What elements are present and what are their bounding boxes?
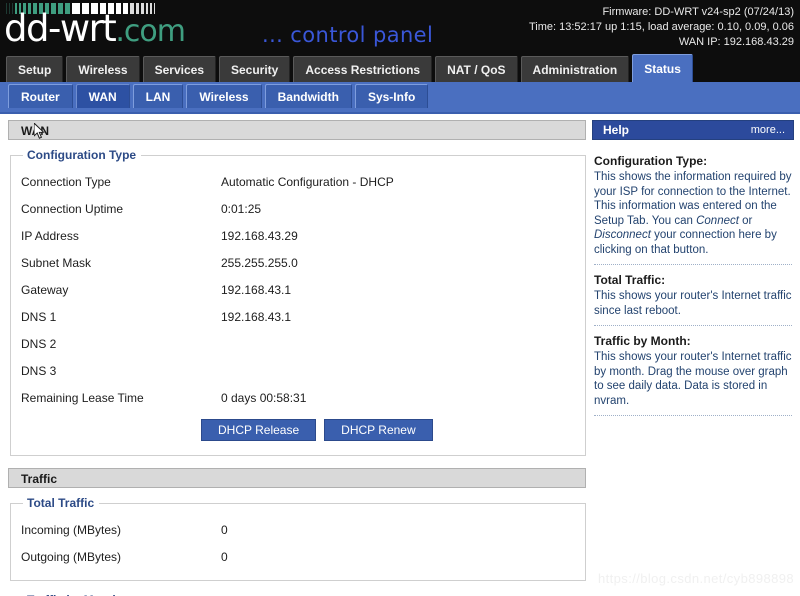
- config-row: DNS 1 192.168.43.1: [21, 303, 575, 330]
- config-label: Remaining Lease Time: [21, 390, 144, 405]
- config-label: DNS 1: [21, 309, 57, 324]
- help-item-text: This shows your router's Internet traffi…: [594, 290, 792, 317]
- main-tab-access-restrictions[interactable]: Access Restrictions: [293, 56, 433, 82]
- config-label: Connection Type: [21, 174, 111, 189]
- watermark-text: https://blog.csdn.net/cyb898898: [598, 571, 794, 586]
- help-separator: [594, 264, 792, 265]
- main-tab-nat-qos[interactable]: NAT / QoS: [435, 56, 518, 82]
- main-tab-security[interactable]: Security: [219, 56, 291, 82]
- help-separator: [594, 325, 792, 326]
- main-tab-wireless[interactable]: Wireless: [66, 56, 140, 82]
- traffic-label: Outgoing (MBytes): [21, 549, 122, 564]
- config-row: Connection Type Automatic Configuration -…: [21, 168, 575, 195]
- brand-tld: .com: [115, 14, 186, 49]
- page-title-text: WAN: [21, 124, 49, 138]
- config-value: 192.168.43.1: [221, 309, 292, 324]
- header-status-info: Firmware: DD-WRT v24-sp2 (07/24/13) Time…: [529, 5, 794, 50]
- app-header: dd-wrt.com ... control panel Firmware: D…: [0, 0, 800, 50]
- config-value: 0 days 00:58:31: [221, 390, 307, 405]
- config-label: IP Address: [21, 228, 79, 243]
- dhcp-button-row: DHCP Release DHCP Renew: [21, 415, 575, 445]
- config-row: Connection Uptime 0:01:25: [21, 195, 575, 222]
- traffic-row: Outgoing (MBytes) 0: [21, 543, 575, 570]
- config-row: Gateway 192.168.43.1: [21, 276, 575, 303]
- main-content-column: WAN Configuration Type Connection Type Au…: [0, 114, 592, 596]
- traffic-section-title: Traffic: [8, 468, 586, 488]
- sub-tab-lan[interactable]: LAN: [132, 84, 184, 108]
- sub-tab-sys-info[interactable]: Sys-Info: [354, 84, 429, 108]
- traffic-value: 0: [221, 522, 228, 537]
- config-label: DNS 3: [21, 363, 57, 378]
- sub-tab-wan[interactable]: WAN: [75, 84, 130, 108]
- config-row: DNS 2: [21, 330, 575, 357]
- help-item-heading: Configuration Type:: [594, 154, 708, 168]
- sub-navigation-tabs: Router WAN LAN Wireless Bandwidth Sys-Info: [0, 82, 800, 114]
- config-value: Automatic Configuration - DHCP: [221, 174, 394, 189]
- sub-tab-wireless[interactable]: Wireless: [186, 84, 262, 108]
- config-row: IP Address 192.168.43.29: [21, 222, 575, 249]
- help-item-text: This shows the information required by y…: [594, 171, 792, 256]
- traffic-row: Incoming (MBytes) 0: [21, 516, 575, 543]
- config-row: DNS 3: [21, 357, 575, 384]
- control-panel-label: ... control panel: [262, 23, 434, 47]
- total-traffic-section: Total Traffic Incoming (MBytes) 0 Outgoing…: [10, 496, 586, 581]
- brand-logo: dd-wrt.com: [4, 7, 186, 50]
- page-title: WAN: [8, 120, 586, 140]
- total-traffic-rows: Incoming (MBytes) 0 Outgoing (MBytes) 0: [21, 516, 575, 570]
- help-item-text: This shows your router's Internet traffi…: [594, 351, 792, 407]
- sub-tab-router[interactable]: Router: [8, 84, 73, 108]
- config-label: DNS 2: [21, 336, 57, 351]
- main-tab-administration[interactable]: Administration: [520, 56, 630, 82]
- firmware-version: Firmware: DD-WRT v24-sp2 (07/24/13): [602, 6, 794, 18]
- wan-ip-readout: WAN IP: 192.168.43.29: [678, 36, 794, 48]
- help-item-heading: Total Traffic:: [594, 273, 666, 287]
- configuration-rows: Connection Type Automatic Configuration -…: [21, 168, 575, 411]
- sub-tab-bandwidth[interactable]: Bandwidth: [264, 84, 352, 108]
- config-value: 192.168.43.1: [221, 282, 292, 297]
- config-value: 0:01:25: [221, 201, 262, 216]
- config-row: Subnet Mask 255.255.255.0: [21, 249, 575, 276]
- help-separator: [594, 415, 792, 416]
- configuration-type-section: Configuration Type Connection Type Automa…: [10, 148, 586, 456]
- page-body: WAN Configuration Type Connection Type Au…: [0, 114, 800, 596]
- config-value: 192.168.43.29: [221, 228, 298, 243]
- main-tab-setup[interactable]: Setup: [6, 56, 64, 82]
- help-panel-body: Configuration Type: This shows the inform…: [592, 140, 794, 416]
- main-navigation-tabs: Setup Wireless Services Security Access Rest…: [0, 50, 800, 82]
- main-tab-status[interactable]: Status: [632, 54, 693, 82]
- config-label: Subnet Mask: [21, 255, 92, 270]
- config-label: Connection Uptime: [21, 201, 124, 216]
- total-traffic-legend: Total Traffic: [27, 496, 95, 510]
- main-tab-services[interactable]: Services: [142, 56, 216, 82]
- help-panel-header: Help more...: [592, 120, 794, 140]
- config-label: Gateway: [21, 282, 69, 297]
- brand-name: dd-wrt: [4, 7, 117, 50]
- dhcp-release-button[interactable]: DHCP Release: [201, 419, 317, 441]
- help-column: Help more... Configuration Type: This sho…: [592, 114, 800, 418]
- config-value: 255.255.255.0: [221, 255, 298, 270]
- system-time-load: Time: 13:52:17 up 1:15, load average: 0.…: [528, 21, 794, 33]
- configuration-type-legend: Configuration Type: [27, 148, 137, 162]
- help-more-link[interactable]: more...: [751, 124, 785, 136]
- traffic-value: 0: [221, 549, 228, 564]
- dhcp-renew-button[interactable]: DHCP Renew: [324, 419, 433, 441]
- config-row: Remaining Lease Time 0 days 00:58:31: [21, 384, 575, 411]
- help-item-heading: Traffic by Month:: [594, 334, 691, 348]
- help-title: Help: [603, 123, 630, 137]
- traffic-label: Incoming (MBytes): [21, 522, 122, 537]
